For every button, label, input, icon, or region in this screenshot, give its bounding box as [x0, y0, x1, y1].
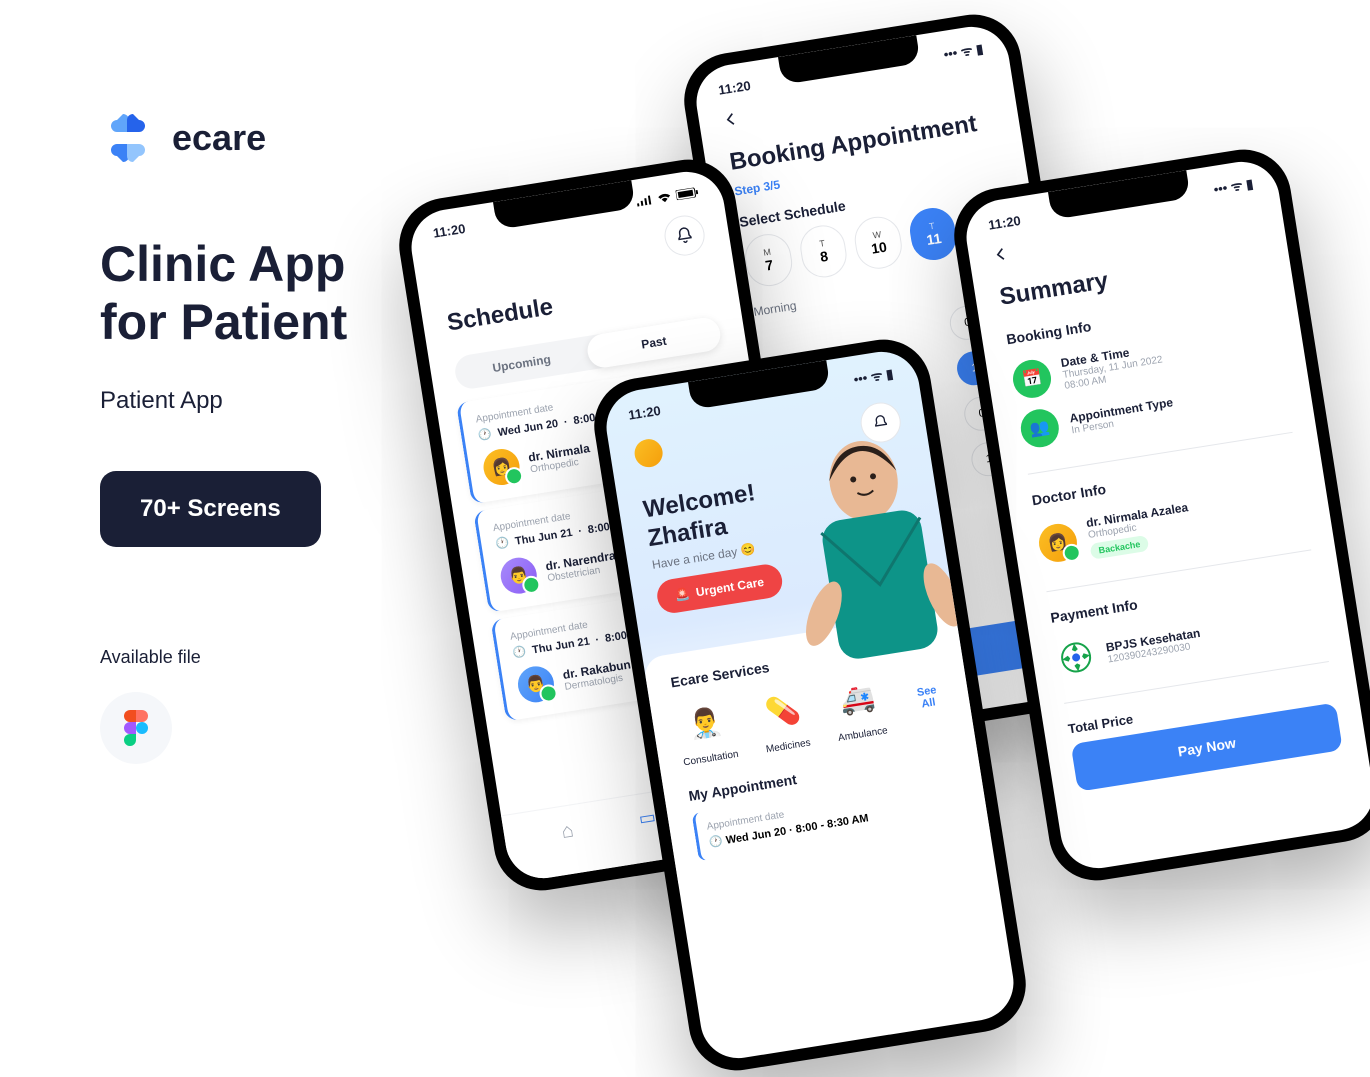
hero-title-line2: for Patient: [100, 294, 347, 350]
date-option[interactable]: T11: [907, 205, 960, 263]
doctor-avatar: 👩: [481, 446, 522, 487]
battery-icon: [675, 186, 698, 199]
status-icons: ••• ᯤ ▮: [1212, 174, 1254, 198]
bell-icon: [674, 225, 695, 246]
date-option[interactable]: T8: [797, 222, 850, 280]
chevron-left-icon: [722, 110, 740, 128]
calendar-icon: 📅: [1010, 357, 1053, 400]
figma-icon: [100, 692, 172, 764]
pill-icon: 💊: [758, 686, 808, 736]
status-time: 11:20: [987, 212, 1021, 232]
people-icon: 👥: [1018, 407, 1061, 450]
bpjs-logo-icon: [1054, 636, 1097, 679]
doctor-avatar: 👨: [515, 664, 556, 705]
siren-icon: 🚨: [674, 586, 691, 602]
tab-past[interactable]: Past: [585, 315, 723, 370]
available-file-label: Available file: [100, 647, 500, 668]
urgent-care-button[interactable]: 🚨Urgent Care: [655, 562, 784, 615]
status-time: 11:20: [432, 221, 466, 241]
status-icons: [636, 186, 699, 206]
notification-button[interactable]: [662, 213, 708, 259]
screens-count-badge: 70+ Screens: [100, 471, 321, 547]
service-ambulance[interactable]: 🚑Ambulance: [829, 673, 888, 743]
date-option[interactable]: M7: [742, 231, 795, 289]
logo-mark-icon: [100, 110, 156, 166]
status-icons: ••• ᯤ ▮: [942, 39, 984, 63]
status-icons: ••• ᯤ ▮: [852, 364, 894, 388]
condition-tag: Backache: [1090, 535, 1150, 560]
chevron-left-icon: [992, 245, 1010, 263]
doctor-icon: 👨‍⚕️: [680, 698, 730, 748]
ambulance-icon: 🚑: [832, 674, 882, 724]
signal-icon: [636, 194, 653, 206]
date-option[interactable]: W10: [852, 213, 905, 271]
status-time: 11:20: [627, 402, 661, 422]
brand-name: ecare: [172, 117, 266, 159]
doctor-avatar: 👩: [1036, 521, 1079, 564]
user-avatar[interactable]: [633, 437, 665, 469]
nav-home-icon[interactable]: ⌂: [560, 819, 578, 860]
service-consultation[interactable]: 👨‍⚕️Consultation: [674, 697, 739, 768]
tab-upcoming[interactable]: Upcoming: [453, 336, 591, 391]
brand-logo: ecare: [100, 110, 500, 166]
doctor-avatar: 👨: [498, 555, 539, 596]
wifi-icon: [657, 191, 672, 203]
status-time: 11:20: [717, 77, 751, 97]
service-medicines[interactable]: 💊Medicines: [757, 686, 811, 755]
phone-mockup-summary: 11:20 ••• ᯤ ▮ Summary Booking Info 📅 Dat…: [947, 143, 1370, 888]
services-heading: Ecare Services: [669, 659, 770, 690]
hero-title-line1: Clinic App: [100, 236, 345, 292]
see-all-link[interactable]: See All: [909, 683, 946, 712]
